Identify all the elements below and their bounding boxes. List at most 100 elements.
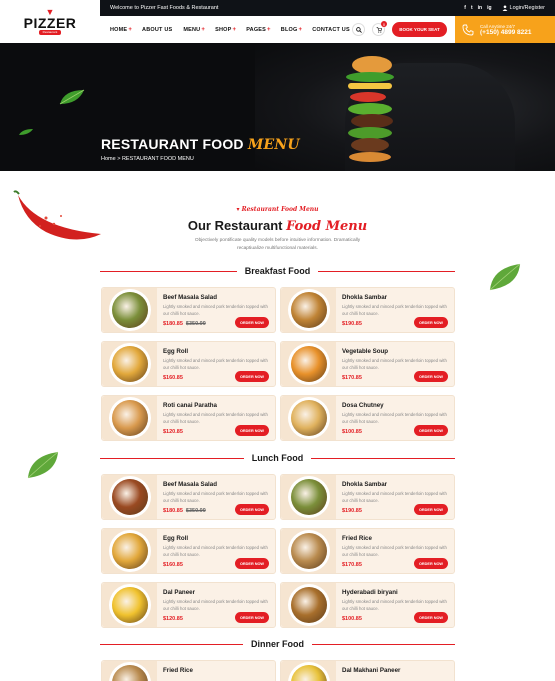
item-price: $120.85: [163, 429, 183, 435]
food-image: [281, 288, 336, 332]
item-description: Lightly smoked and minced pork tenderloi…: [342, 358, 447, 370]
item-title: Fried Rice: [163, 667, 193, 674]
dish-photo: [290, 533, 327, 569]
item-description: Lightly smoked and minced pork tenderloi…: [163, 599, 268, 611]
menu-item-card[interactable]: Dal Makhani Paneer: [280, 660, 455, 681]
linkedin-icon[interactable]: in: [478, 5, 482, 11]
item-title: Dhokla Sambar: [342, 294, 388, 301]
order-now-button[interactable]: ORDER NOW: [235, 612, 269, 623]
category-name: Lunch Food: [251, 453, 304, 463]
item-description: Lightly smoked and minced pork tenderloi…: [342, 304, 447, 316]
dish-photo: [111, 533, 148, 569]
item-description: Lightly smoked and minced pork tenderloi…: [163, 412, 268, 424]
section-title-main: Our Restaurant: [187, 218, 283, 233]
login-label: Login/Register: [509, 5, 545, 11]
food-image: [102, 475, 157, 519]
dish-photo: [111, 665, 148, 681]
top-bar: Welcome to Pizzer Fast Foods & Restauran…: [100, 0, 555, 16]
menu-item-card[interactable]: Dal Paneer Lightly smoked and minced pork…: [101, 582, 276, 628]
item-price: $120.85: [163, 616, 183, 622]
menu-item-card[interactable]: Roti canai Paratha Lightly smoked and min…: [101, 395, 276, 441]
nav-item-pages[interactable]: PAGES+: [246, 27, 271, 33]
order-now-button[interactable]: ORDER NOW: [414, 504, 448, 515]
item-price: $180.85 $350.99: [163, 508, 206, 514]
order-now-button[interactable]: ORDER NOW: [235, 317, 269, 328]
order-now-button[interactable]: ORDER NOW: [414, 425, 448, 436]
breadcrumb: Home > RESTAURANT FOOD MENU: [101, 156, 194, 162]
search-button[interactable]: [352, 23, 365, 36]
dish-photo: [111, 479, 148, 515]
breadcrumb-current: RESTAURANT FOOD MENU: [121, 156, 194, 162]
nav-item-menu[interactable]: MENU+: [183, 27, 205, 33]
menu-item-card[interactable]: Dhokla Sambar Lightly smoked and minced p…: [280, 287, 455, 333]
item-price: $190.85: [342, 508, 362, 514]
book-seat-button[interactable]: BOOK YOUR SEAT: [392, 22, 447, 37]
logo[interactable]: ▼ PIZZER Restaurant: [0, 0, 100, 43]
nav-label: MENU: [183, 26, 201, 33]
menu-item-card[interactable]: Dhokla Sambar Lightly smoked and minced p…: [280, 474, 455, 520]
cart-button[interactable]: 0: [372, 21, 387, 36]
cart-icon: [376, 26, 382, 33]
order-now-button[interactable]: ORDER NOW: [235, 371, 269, 382]
breadcrumb-home[interactable]: Home: [101, 156, 116, 162]
nav-label: SHOP: [215, 26, 232, 33]
menu-item-card[interactable]: Hyderabadi biryani Lightly smoked and min…: [280, 582, 455, 628]
facebook-icon[interactable]: f: [464, 5, 466, 11]
leaf-icon: [59, 89, 85, 105]
item-title: Egg Roll: [163, 535, 189, 542]
dish-photo: [111, 400, 148, 436]
nav-item-blog[interactable]: BLOG+: [281, 27, 302, 33]
menu-item-card[interactable]: Beef Masala Salad Lightly smoked and minc…: [101, 474, 276, 520]
nav-label: HOME: [110, 26, 128, 33]
nav-item-contact[interactable]: CONTACT US: [312, 27, 351, 33]
menu-item-card[interactable]: Egg Roll Lightly smoked and minced pork t…: [101, 528, 276, 574]
item-title: Fried Rice: [342, 535, 372, 542]
item-price: $180.85 $350.99: [163, 321, 206, 327]
category-name: Dinner Food: [251, 639, 304, 649]
nav-item-home[interactable]: HOME+: [110, 27, 132, 33]
item-title: Dhokla Sambar: [342, 481, 388, 488]
nav-item-about[interactable]: ABOUT US: [142, 27, 173, 33]
item-title: Vegetable Soup: [342, 348, 389, 355]
phone-icon: [462, 24, 474, 35]
twitter-icon[interactable]: t: [471, 5, 473, 11]
food-image: [281, 583, 336, 627]
item-title: Beef Masala Salad: [163, 294, 217, 301]
order-now-button[interactable]: ORDER NOW: [414, 317, 448, 328]
menu-item-card[interactable]: Beef Masala Salad Lightly smoked and minc…: [101, 287, 276, 333]
order-now-button[interactable]: ORDER NOW: [414, 612, 448, 623]
order-now-button[interactable]: ORDER NOW: [235, 558, 269, 569]
category-heading: Dinner Food: [100, 638, 455, 650]
menu-item-card[interactable]: Fried Rice: [101, 660, 276, 681]
order-now-button[interactable]: ORDER NOW: [235, 425, 269, 436]
order-now-button[interactable]: ORDER NOW: [235, 504, 269, 515]
food-image: [102, 288, 157, 332]
plus-icon: +: [298, 26, 303, 33]
nav-item-shop[interactable]: SHOP+: [215, 27, 236, 33]
nav-label: PAGES: [246, 26, 267, 33]
instagram-icon[interactable]: ig: [487, 5, 491, 11]
item-title: Dosa Chutney: [342, 402, 384, 409]
menu-item-card[interactable]: Egg Roll Lightly smoked and minced pork t…: [101, 341, 276, 387]
nav-label: CONTACT US: [312, 26, 350, 33]
section-tag-text: Restaurant Food Menu: [241, 206, 319, 213]
section-title-accent: Food Menu: [286, 219, 368, 234]
login-register-link[interactable]: Login/Register: [502, 5, 545, 11]
welcome-text: Welcome to Pizzer Fast Foods & Restauran…: [110, 5, 219, 11]
dish-photo: [290, 479, 327, 515]
hero-banner: RESTAURANT FOOD MENU Home > RESTAURANT F…: [0, 43, 555, 171]
plus-icon: +: [201, 26, 206, 33]
menu-item-card[interactable]: Vegetable Soup Lightly smoked and minced …: [280, 341, 455, 387]
menu-item-card[interactable]: Fried Rice Lightly smoked and minced pork…: [280, 528, 455, 574]
call-number: (+150) 4899 8221: [480, 28, 532, 36]
leaf-icon: [19, 129, 33, 135]
order-now-button[interactable]: ORDER NOW: [414, 558, 448, 569]
menu-item-card[interactable]: Dosa Chutney Lightly smoked and minced po…: [280, 395, 455, 441]
item-price: $190.85: [342, 321, 362, 327]
item-price: $100.85: [342, 616, 362, 622]
item-title: Beef Masala Salad: [163, 481, 217, 488]
leaf-icon: [489, 263, 521, 291]
dish-photo: [290, 346, 327, 382]
order-now-button[interactable]: ORDER NOW: [414, 371, 448, 382]
call-box[interactable]: Call Anytime 24/7 (+150) 4899 8221: [455, 16, 555, 43]
